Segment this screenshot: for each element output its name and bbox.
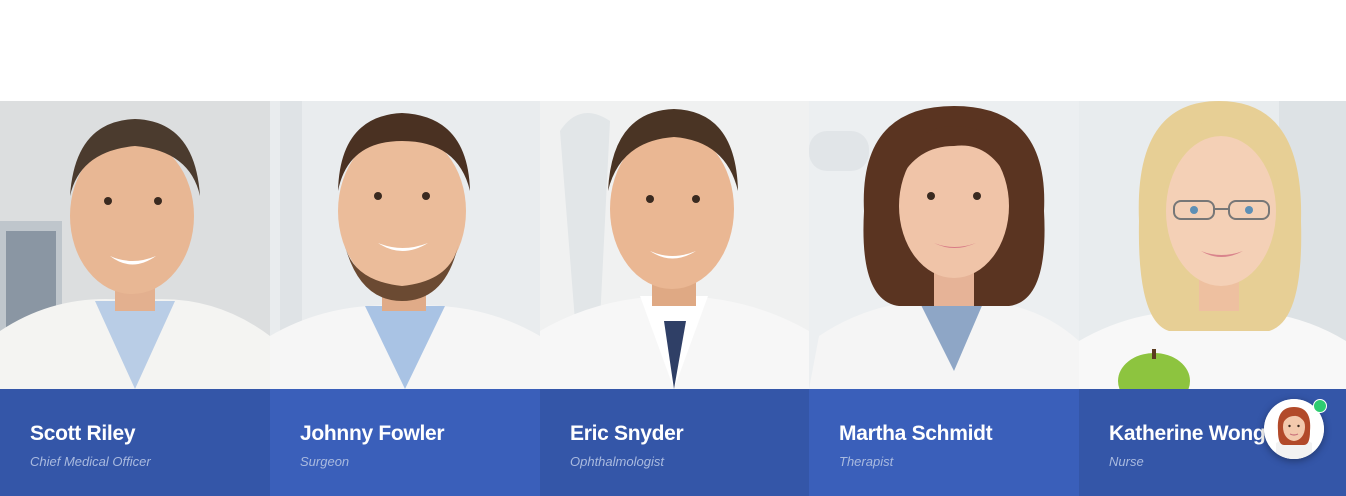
team-member-role: Therapist [839, 454, 894, 469]
team-member-photo [540, 101, 809, 389]
team-member-photo [1079, 101, 1346, 389]
team-member-photo [809, 101, 1079, 389]
team-member-card[interactable]: Johnny Fowler Surgeon [270, 101, 540, 496]
team-member-name[interactable]: Martha Schmidt [839, 422, 993, 446]
team-member-info: Eric Snyder Ophthalmologist [540, 389, 809, 496]
team-member-card[interactable]: Scott Riley Chief Medical Officer [0, 101, 270, 496]
team-member-photo [270, 101, 540, 389]
team-member-name[interactable]: Eric Snyder [570, 422, 684, 446]
team-member-card[interactable]: Martha Schmidt Therapist [809, 101, 1079, 496]
team-member-role: Chief Medical Officer [30, 454, 151, 469]
team-member-info: Johnny Fowler Surgeon [270, 389, 540, 496]
team-member-name[interactable]: Katherine Wong [1109, 422, 1266, 446]
team-member-role: Surgeon [300, 454, 350, 469]
team-member-info: Scott Riley Chief Medical Officer [0, 389, 270, 496]
team-member-role: Ophthalmologist [570, 454, 664, 469]
team-member-name[interactable]: Scott Riley [30, 422, 136, 446]
team-member-card[interactable]: Eric Snyder Ophthalmologist [540, 101, 809, 496]
team-member-role: Nurse [1109, 454, 1144, 469]
team-member-photo [0, 101, 270, 389]
team-member-info: Martha Schmidt Therapist [809, 389, 1079, 496]
team-member-name[interactable]: Johnny Fowler [300, 422, 445, 446]
online-status-indicator [1313, 399, 1327, 413]
team-section: Scott Riley Chief Medical Officer Johnny… [0, 101, 1346, 496]
